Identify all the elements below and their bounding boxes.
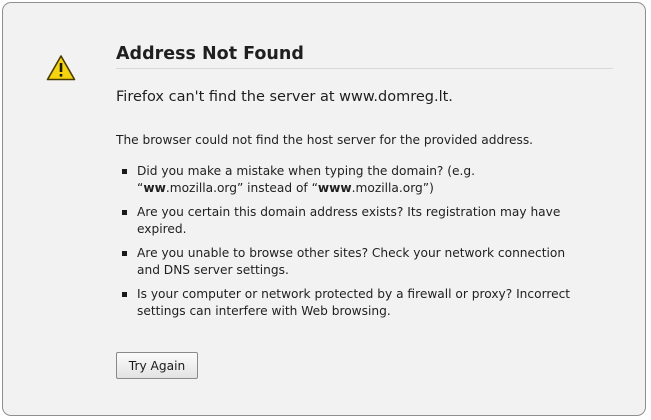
error-long-description: The browser could not find the host serv… bbox=[116, 133, 534, 147]
try-again-button[interactable]: Try Again bbox=[116, 352, 198, 379]
error-content: Address Not Found Firefox can't find the… bbox=[116, 3, 613, 327]
bullet-icon bbox=[122, 210, 127, 215]
bold-example: www bbox=[317, 181, 352, 195]
suggestion-item: Is your computer or network protected by… bbox=[116, 286, 582, 320]
bullet-icon bbox=[122, 169, 127, 174]
title-divider bbox=[116, 68, 613, 69]
suggestion-text: Did you make a mistake when typing the d… bbox=[137, 164, 476, 195]
error-title: Address Not Found bbox=[116, 44, 304, 64]
error-page-container: Address Not Found Firefox can't find the… bbox=[2, 2, 646, 416]
suggestion-item: Did you make a mistake when typing the d… bbox=[116, 163, 582, 197]
suggestion-text: Is your computer or network protected by… bbox=[137, 287, 571, 318]
suggestion-item: Are you certain this domain address exis… bbox=[116, 204, 582, 238]
suggestion-text: Are you unable to browse other sites? Ch… bbox=[137, 246, 566, 277]
bullet-icon bbox=[122, 251, 127, 256]
bullet-icon bbox=[122, 292, 127, 297]
bold-example: ww bbox=[143, 181, 166, 195]
suggestion-text: Are you certain this domain address exis… bbox=[137, 205, 561, 236]
error-short-description: Firefox can't find the server at www.dom… bbox=[116, 89, 453, 105]
warning-icon bbox=[46, 55, 76, 81]
suggestion-item: Are you unable to browse other sites? Ch… bbox=[116, 245, 582, 279]
suggestion-list: Did you make a mistake when typing the d… bbox=[116, 163, 613, 320]
